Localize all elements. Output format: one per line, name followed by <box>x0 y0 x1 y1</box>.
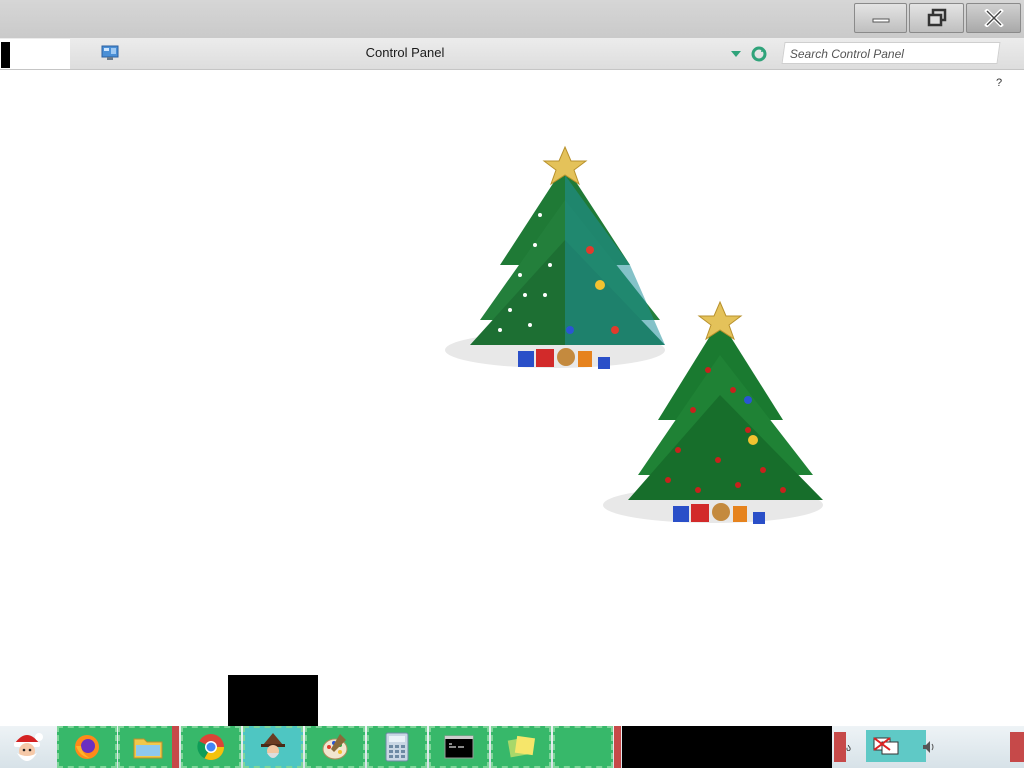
christmas-tree-red <box>603 300 823 524</box>
back-button-fragment[interactable] <box>1 42 10 68</box>
taskbar-separator <box>172 726 179 768</box>
taskbar: ა <box>0 726 1024 768</box>
address-bar: Control Panel <box>0 38 1024 70</box>
back-forward-buttons[interactable] <box>0 39 70 69</box>
tray-overflow-icon[interactable]: ა <box>846 743 851 754</box>
minimize-icon <box>872 18 889 23</box>
firefox-icon <box>75 735 99 759</box>
volume-icon[interactable] <box>921 739 937 755</box>
minimize-button[interactable] <box>854 3 907 33</box>
tray-separator <box>834 732 846 762</box>
redacted-region <box>228 675 318 727</box>
restore-button[interactable] <box>909 3 964 33</box>
chevron-down-icon[interactable] <box>731 51 741 57</box>
show-desktop-button[interactable] <box>1010 732 1024 762</box>
network-icon <box>873 737 899 755</box>
restore-icon <box>927 8 946 27</box>
taskbar-app-firefox[interactable] <box>57 726 117 768</box>
start-button[interactable] <box>0 726 54 768</box>
taskbar-app-file-explorer[interactable] <box>118 726 178 768</box>
taskbar-app-empty-slot[interactable] <box>553 726 613 768</box>
taskbar-separator <box>614 726 621 768</box>
redacted-taskbar-region <box>622 726 832 768</box>
paint-palette-icon <box>322 734 348 760</box>
taskbar-app-sticky-notes[interactable] <box>491 726 551 768</box>
close-button[interactable] <box>966 3 1021 33</box>
taskbar-app-chrome[interactable] <box>181 726 241 768</box>
calculator-icon <box>385 732 409 762</box>
tray-network-area[interactable] <box>866 730 926 762</box>
wizard-icon <box>261 733 285 758</box>
santa-start-icon <box>14 733 43 761</box>
window-title-bar <box>0 0 1024 38</box>
folder-icon <box>133 738 163 759</box>
breadcrumb[interactable]: Control Panel <box>340 45 470 60</box>
taskbar-app-wizard[interactable] <box>243 726 303 768</box>
chrome-icon <box>197 734 225 761</box>
refresh-icon[interactable] <box>751 46 767 62</box>
close-icon <box>983 9 1004 27</box>
notes-icon <box>507 735 536 758</box>
control-panel-icon <box>101 45 119 60</box>
taskbar-app-command-prompt[interactable] <box>429 726 489 768</box>
breadcrumb-label: Control Panel <box>365 45 445 60</box>
taskbar-app-calculator[interactable] <box>367 726 427 768</box>
cmd-icon <box>444 735 474 759</box>
search-input[interactable] <box>787 44 992 64</box>
taskbar-app-paint[interactable] <box>305 726 365 768</box>
search-box[interactable] <box>781 42 1001 64</box>
control-panel-content <box>0 70 1024 727</box>
